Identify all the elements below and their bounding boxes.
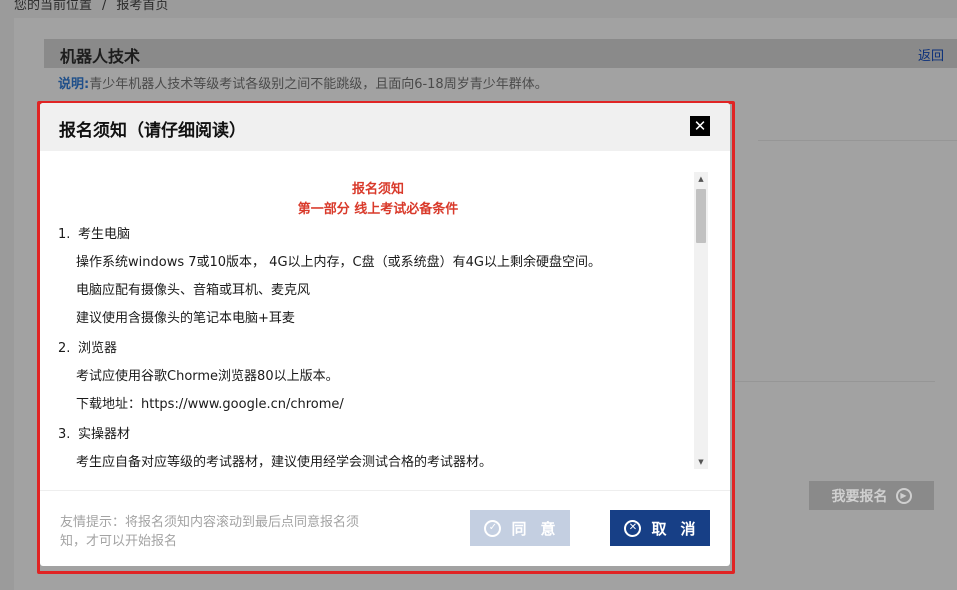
notice-line: 考试应使用谷歌Chorme浏览器80以上版本。 bbox=[76, 369, 339, 384]
registration-notice-modal: 报名须知（请仔细阅读） ✕ 报名须知 第一部分 线上考试必备条件 1. 考生电脑 … bbox=[40, 103, 730, 566]
notice-section-title: 2. 浏览器 bbox=[58, 341, 118, 356]
modal-title: 报名须知（请仔细阅读） bbox=[59, 121, 246, 141]
enroll-button[interactable]: 我要报名 ▶ bbox=[809, 481, 934, 510]
check-circle-icon: ✓ bbox=[484, 519, 502, 537]
enroll-button-label: 我要报名 bbox=[831, 488, 888, 505]
breadcrumb-prefix: 您的当前位置 bbox=[14, 0, 93, 13]
notice-section-title: 1. 考生电脑 bbox=[58, 227, 131, 242]
notice-content[interactable]: 报名须知 第一部分 线上考试必备条件 1. 考生电脑 操作系统windows 7或… bbox=[58, 173, 698, 468]
note-text: 青少年机器人技术等级考试各级别之间不能跳级，且面向6-18周岁青少年群体。 bbox=[89, 77, 548, 92]
notice-line: 考生应自备对应等级的考试器材，建议使用经学会测试合格的考试器材。 bbox=[76, 455, 493, 468]
agree-button-label: 同意 bbox=[511, 519, 570, 538]
divider bbox=[735, 381, 935, 382]
x-circle-icon: ✕ bbox=[624, 519, 642, 537]
notice-line: 建议使用含摄像头的笔记本电脑+耳麦 bbox=[76, 311, 295, 326]
notice-subheading: 第一部分 线上考试必备条件 bbox=[297, 202, 459, 217]
notice-line: 操作系统windows 7或10版本， 4G以上内存，C盘（或系统盘）有4G以上… bbox=[76, 255, 601, 270]
friendly-tip: 友情提示：将报名须知内容滚动到最后点同意报名须知，才可以开始报名 bbox=[60, 515, 360, 549]
breadcrumb: 您的当前位置 / 报考首页 bbox=[14, 0, 168, 13]
divider bbox=[758, 140, 957, 141]
note: 说明:青少年机器人技术等级考试各级别之间不能跳级，且面向6-18周岁青少年群体。 bbox=[58, 73, 548, 92]
modal-header: 报名须知（请仔细阅读） ✕ bbox=[40, 103, 730, 151]
scroll-down-arrow-icon[interactable]: ▼ bbox=[694, 455, 708, 469]
breadcrumb-current[interactable]: 报考首页 bbox=[116, 0, 168, 13]
play-circle-icon: ▶ bbox=[895, 487, 912, 504]
breadcrumb-separator: / bbox=[102, 0, 107, 13]
note-label: 说明: bbox=[58, 77, 90, 92]
scroll-up-arrow-icon[interactable]: ▲ bbox=[694, 172, 708, 186]
close-icon[interactable]: ✕ bbox=[690, 116, 710, 136]
section-title: 机器人技术 bbox=[60, 47, 141, 66]
scrollbar[interactable]: ▲ ▼ bbox=[694, 172, 708, 469]
back-link[interactable]: 返回 bbox=[918, 45, 944, 64]
notice-line: 电脑应配有摄像头、音箱或耳机、麦克风 bbox=[76, 283, 311, 298]
notice-section-title: 3. 实操器材 bbox=[58, 427, 131, 442]
scrollbar-thumb[interactable] bbox=[696, 189, 706, 243]
notice-heading: 报名须知 bbox=[351, 182, 404, 197]
download-link[interactable]: 下载地址：https://www.google.cn/chrome/ bbox=[58, 391, 698, 419]
section-title-bar: 机器人技术 返回 bbox=[44, 39, 957, 68]
agree-button[interactable]: ✓ 同意 bbox=[470, 510, 570, 546]
modal-footer-divider bbox=[40, 490, 730, 491]
cancel-button-label: 取消 bbox=[651, 519, 710, 538]
cancel-button[interactable]: ✕ 取消 bbox=[610, 510, 710, 546]
